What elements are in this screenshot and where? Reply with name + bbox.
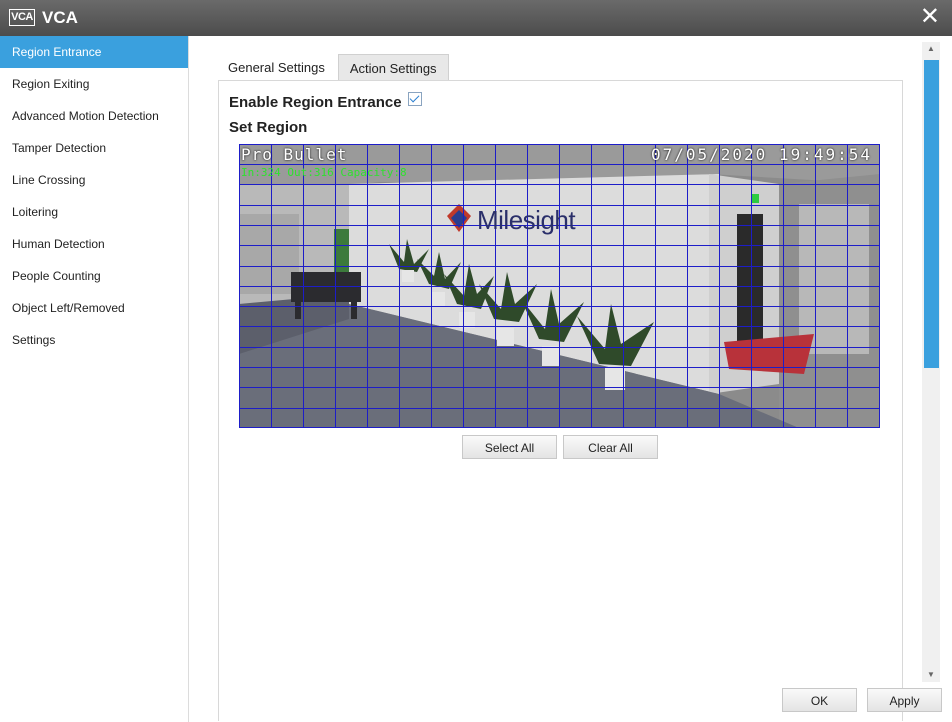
window-title: VCA: [42, 8, 78, 27]
tab-bar: General Settings Action Settings: [217, 54, 449, 80]
osd-people-counts: In:324 Out:316 Capacity:8: [241, 166, 407, 179]
main-content: General Settings Action Settings Enable …: [189, 36, 952, 722]
sidebar-item-tamper-detection[interactable]: Tamper Detection: [0, 132, 188, 164]
camera-scene: [239, 144, 880, 428]
title-bar: VCA VCA ✕: [0, 0, 952, 36]
scroll-down-icon[interactable]: ▼: [922, 668, 940, 682]
sidebar-item-settings[interactable]: Settings: [0, 324, 188, 356]
select-all-button[interactable]: Select All: [462, 435, 557, 459]
osd-camera-name: Pro Bullet: [241, 145, 348, 164]
enable-region-entrance-checkbox[interactable]: [407, 92, 422, 106]
set-region-label: Set Region: [229, 119, 308, 136]
apply-button[interactable]: Apply: [867, 688, 942, 712]
sidebar: Region Entrance Region Exiting Advanced …: [0, 36, 189, 722]
sidebar-item-region-entrance[interactable]: Region Entrance: [0, 36, 188, 68]
enable-region-entrance-label: Enable Region Entrance: [229, 94, 402, 111]
osd-datetime: 07/05/2020 19:49:54: [650, 145, 872, 164]
region-video-canvas[interactable]: Milesight Pro Bullet 07/05/2020 19:49:54…: [239, 144, 880, 428]
ok-button[interactable]: OK: [782, 688, 857, 712]
settings-panel: Enable Region Entrance Set Region Milesi…: [218, 80, 903, 721]
tab-general-settings[interactable]: General Settings: [217, 54, 336, 80]
sidebar-item-line-crossing[interactable]: Line Crossing: [0, 164, 188, 196]
sidebar-item-advanced-motion-detection[interactable]: Advanced Motion Detection: [0, 100, 188, 132]
sidebar-item-human-detection[interactable]: Human Detection: [0, 228, 188, 260]
wall-brand-text: Milesight: [477, 205, 576, 235]
region-grid[interactable]: [239, 144, 880, 428]
enable-row: Enable Region Entrance: [229, 92, 422, 111]
clear-all-button[interactable]: Clear All: [563, 435, 658, 459]
sidebar-item-people-counting[interactable]: People Counting: [0, 260, 188, 292]
scrollbar-thumb[interactable]: [924, 60, 939, 368]
sidebar-item-object-left-removed[interactable]: Object Left/Removed: [0, 292, 188, 324]
tab-action-settings[interactable]: Action Settings: [337, 54, 449, 80]
scrollbar[interactable]: ▲ ▼: [922, 42, 940, 682]
sidebar-item-loitering[interactable]: Loitering: [0, 196, 188, 228]
scroll-up-icon[interactable]: ▲: [922, 42, 940, 56]
close-icon[interactable]: ✕: [920, 5, 940, 29]
vca-logo: VCA: [9, 9, 35, 26]
sidebar-item-region-exiting[interactable]: Region Exiting: [0, 68, 188, 100]
